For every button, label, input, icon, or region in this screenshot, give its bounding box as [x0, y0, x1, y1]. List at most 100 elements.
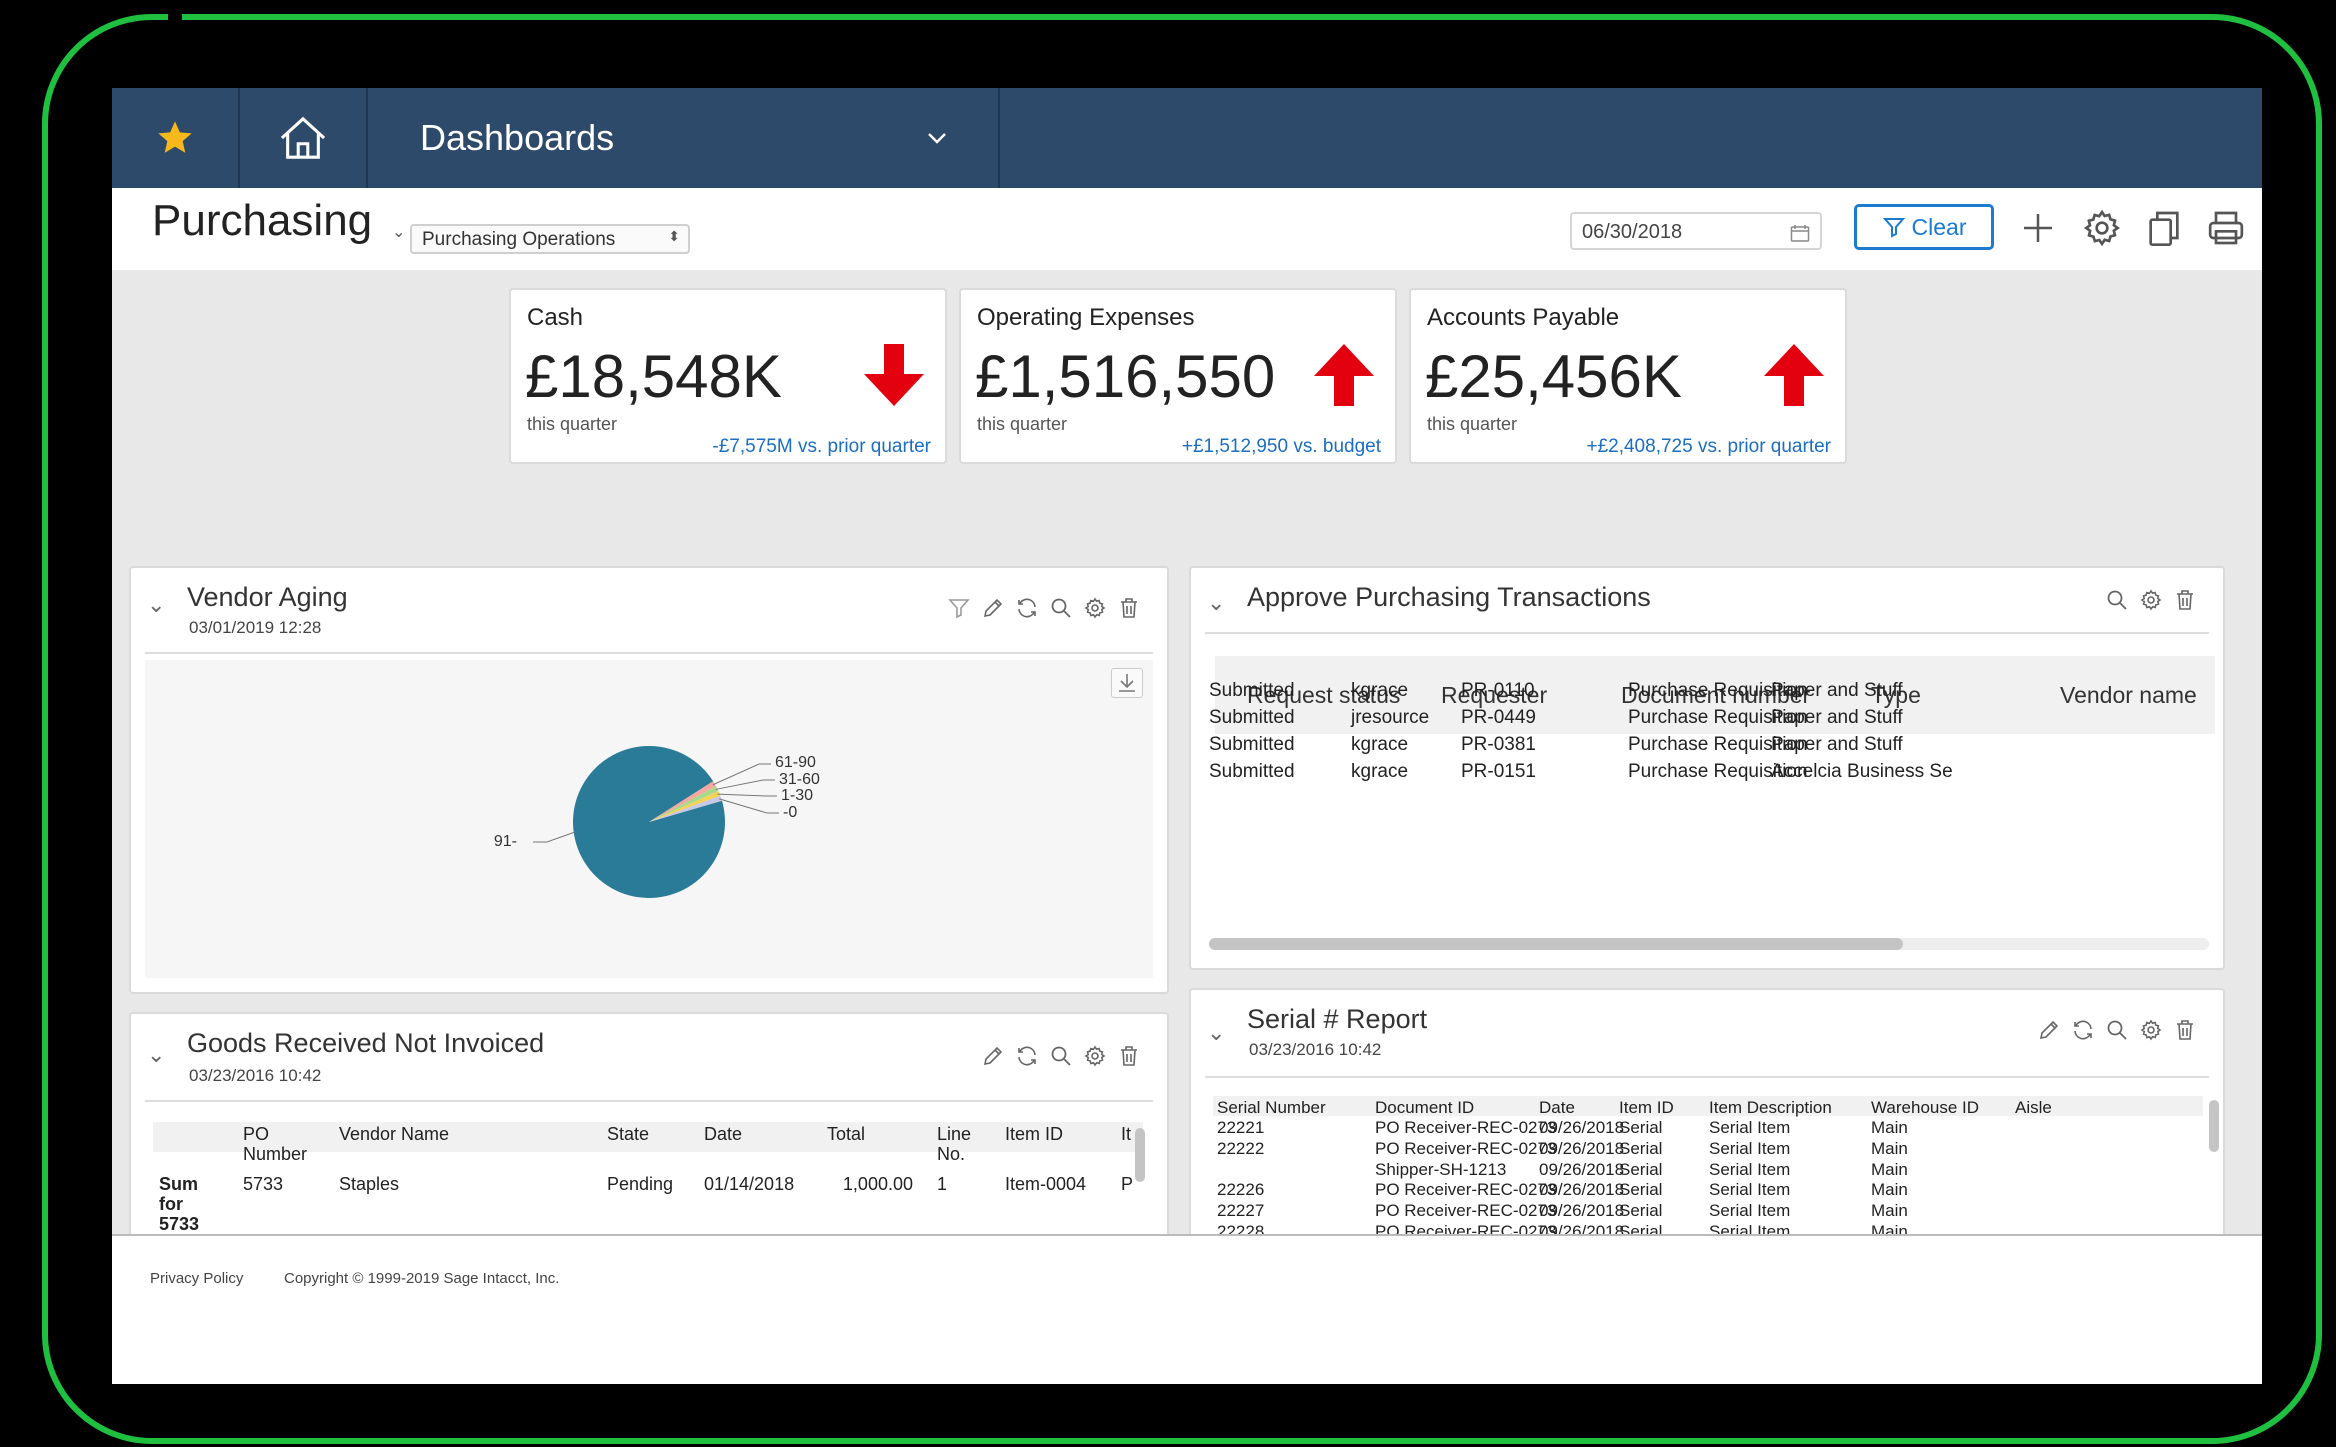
table-cell: Submitted: [1209, 761, 1295, 782]
col-state[interactable]: State: [607, 1124, 649, 1145]
v-scrollbar[interactable]: [2209, 1100, 2219, 1152]
refresh-icon[interactable]: [1015, 596, 1039, 620]
vendor-aging-card: ⌄ Vendor Aging 03/01/2019 12:28 91- 61-90…: [129, 566, 1169, 994]
pencil-icon[interactable]: [981, 596, 1005, 620]
card-toolbar: [981, 1044, 1141, 1068]
table-cell: Main: [1871, 1159, 1908, 1179]
table-cell: Staples: [339, 1174, 400, 1194]
column-header: Warehouse ID: [1871, 1098, 1980, 1117]
column-header: Item ID: [1619, 1098, 1674, 1117]
grni-card: ⌄ Goods Received Not Invoiced 03/23/2016…: [129, 1012, 1169, 1252]
v-scrollbar[interactable]: [1135, 1128, 1145, 1182]
privacy-policy-link[interactable]: Privacy Policy: [150, 1270, 243, 1287]
trash-icon[interactable]: [2173, 1018, 2197, 1042]
table-cell: 09/26/2018: [1539, 1159, 1625, 1179]
collapse-chevron-icon[interactable]: ⌄: [147, 592, 165, 618]
pie-slice-91-[interactable]: [572, 745, 725, 898]
pencil-icon[interactable]: [2037, 1018, 2061, 1042]
gear-icon[interactable]: [2139, 588, 2163, 612]
select-arrows-icon: ⬍: [668, 228, 680, 244]
refresh-icon[interactable]: [2071, 1018, 2095, 1042]
clear-filter-button[interactable]: Clear: [1854, 204, 1994, 250]
card-timestamp: 03/23/2016 10:42: [189, 1066, 322, 1085]
collapse-chevron-icon[interactable]: ⌄: [147, 1042, 165, 1068]
trash-icon[interactable]: [1117, 596, 1141, 620]
col-truncated[interactable]: It: [1121, 1124, 1131, 1145]
column-header: Document ID: [1375, 1098, 1475, 1117]
table-cell: jresource: [1351, 707, 1430, 728]
table-cell: Serial: [1619, 1159, 1663, 1179]
date-field[interactable]: 06/30/2018: [1570, 212, 1822, 250]
home-button[interactable]: [240, 88, 368, 188]
h-scrollbar[interactable]: [1209, 938, 1903, 950]
trash-icon[interactable]: [1117, 1044, 1141, 1068]
table-cell: Main: [1871, 1118, 1908, 1137]
print-icon[interactable]: [2206, 208, 2246, 248]
col-line-no[interactable]: Line: [937, 1124, 971, 1145]
collapse-chevron-icon[interactable]: ⌄: [1207, 590, 1225, 616]
arrow-up-icon: [1764, 344, 1824, 406]
search-icon[interactable]: [1049, 1044, 1073, 1068]
kpi-comparison: +£2,408,725 vs. prior quarter: [1586, 436, 1831, 457]
trash-icon[interactable]: [2173, 588, 2197, 612]
table-header-band: [1213, 1096, 2203, 1116]
calendar-icon[interactable]: [1790, 224, 1810, 242]
favorites-button[interactable]: [112, 88, 240, 188]
table-cell: 09/26/2018: [1539, 1118, 1625, 1137]
vendor-aging-pie: 91- 61-9031-601-30-0: [494, 745, 820, 898]
gear-icon[interactable]: [2082, 208, 2122, 248]
col-po-number[interactable]: PO: [243, 1124, 269, 1145]
card-toolbar: [947, 596, 1141, 620]
dashboard-content: Cash £18,548K this quarter -£7,575M vs. …: [112, 270, 2262, 1252]
table-cell: 22227: [1217, 1201, 1265, 1221]
gear-icon[interactable]: [1083, 1044, 1107, 1068]
table-cell: PO Receiver-REC-0273: [1375, 1201, 1557, 1221]
collapse-chevron-icon[interactable]: ⌄: [1207, 1020, 1225, 1046]
kpi-accounts-payable[interactable]: Accounts Payable £25,456K this quarter +…: [1409, 288, 1847, 464]
table-cell: Accelcia Business Se: [1771, 761, 1953, 782]
pie-label: -0: [783, 804, 797, 821]
table-cell: Serial: [1619, 1201, 1663, 1221]
pie-label: 61-90: [775, 754, 816, 771]
kpi-label: Accounts Payable: [1427, 304, 1620, 331]
table-cell: PO Receiver-REC-0273: [1375, 1138, 1557, 1158]
pie-leader-line: [715, 779, 775, 790]
search-icon[interactable]: [2105, 1018, 2129, 1042]
kpi-value: £25,456K: [1425, 343, 1682, 410]
table-cell: Main: [1871, 1201, 1908, 1221]
col-date[interactable]: Date: [704, 1124, 742, 1145]
download-button[interactable]: [1111, 668, 1143, 698]
refresh-icon[interactable]: [1015, 1044, 1039, 1068]
col-item-id[interactable]: Item ID: [1005, 1124, 1063, 1145]
search-icon[interactable]: [1049, 596, 1073, 620]
filter-icon[interactable]: [947, 596, 971, 620]
col-total[interactable]: Total: [827, 1124, 865, 1145]
home-icon: [280, 116, 326, 159]
table-cell: 22226: [1217, 1180, 1265, 1200]
group-label: 5733: [159, 1214, 200, 1234]
table-cell: Submitted: [1209, 680, 1295, 701]
frame-gap: [168, 10, 182, 26]
kpi-operating-expenses[interactable]: Operating Expenses £1,516,550 this quart…: [959, 288, 1397, 464]
kpi-value: £1,516,550: [975, 343, 1276, 410]
dashboards-menu[interactable]: Dashboards: [368, 88, 1000, 188]
kpi-comparison: -£7,575M vs. prior quarter: [712, 436, 931, 457]
column-header: Item Description: [1709, 1098, 1832, 1117]
title-dropdown-caret[interactable]: ⌄: [392, 222, 405, 242]
col-vendor-name[interactable]: Vendor name: [2060, 682, 2197, 709]
kpi-cash[interactable]: Cash £18,548K this quarter -£7,575M vs. …: [509, 288, 947, 464]
card-divider: [145, 652, 1153, 654]
gear-icon[interactable]: [2139, 1018, 2163, 1042]
col-vendor-name[interactable]: Vendor Name: [339, 1124, 449, 1145]
gear-icon[interactable]: [1083, 596, 1107, 620]
plus-icon[interactable]: [2018, 208, 2058, 248]
table-cell: Pending: [607, 1174, 674, 1194]
column-header: Date: [1539, 1098, 1575, 1117]
pie-leader-line: [533, 831, 576, 843]
dashboard-select[interactable]: Purchasing Operations ⬍: [410, 224, 690, 254]
dashboards-title: Dashboards: [420, 117, 615, 158]
chevron-down-icon: [928, 133, 946, 144]
copy-icon[interactable]: [2144, 208, 2184, 248]
pencil-icon[interactable]: [981, 1044, 1005, 1068]
search-icon[interactable]: [2105, 588, 2129, 612]
